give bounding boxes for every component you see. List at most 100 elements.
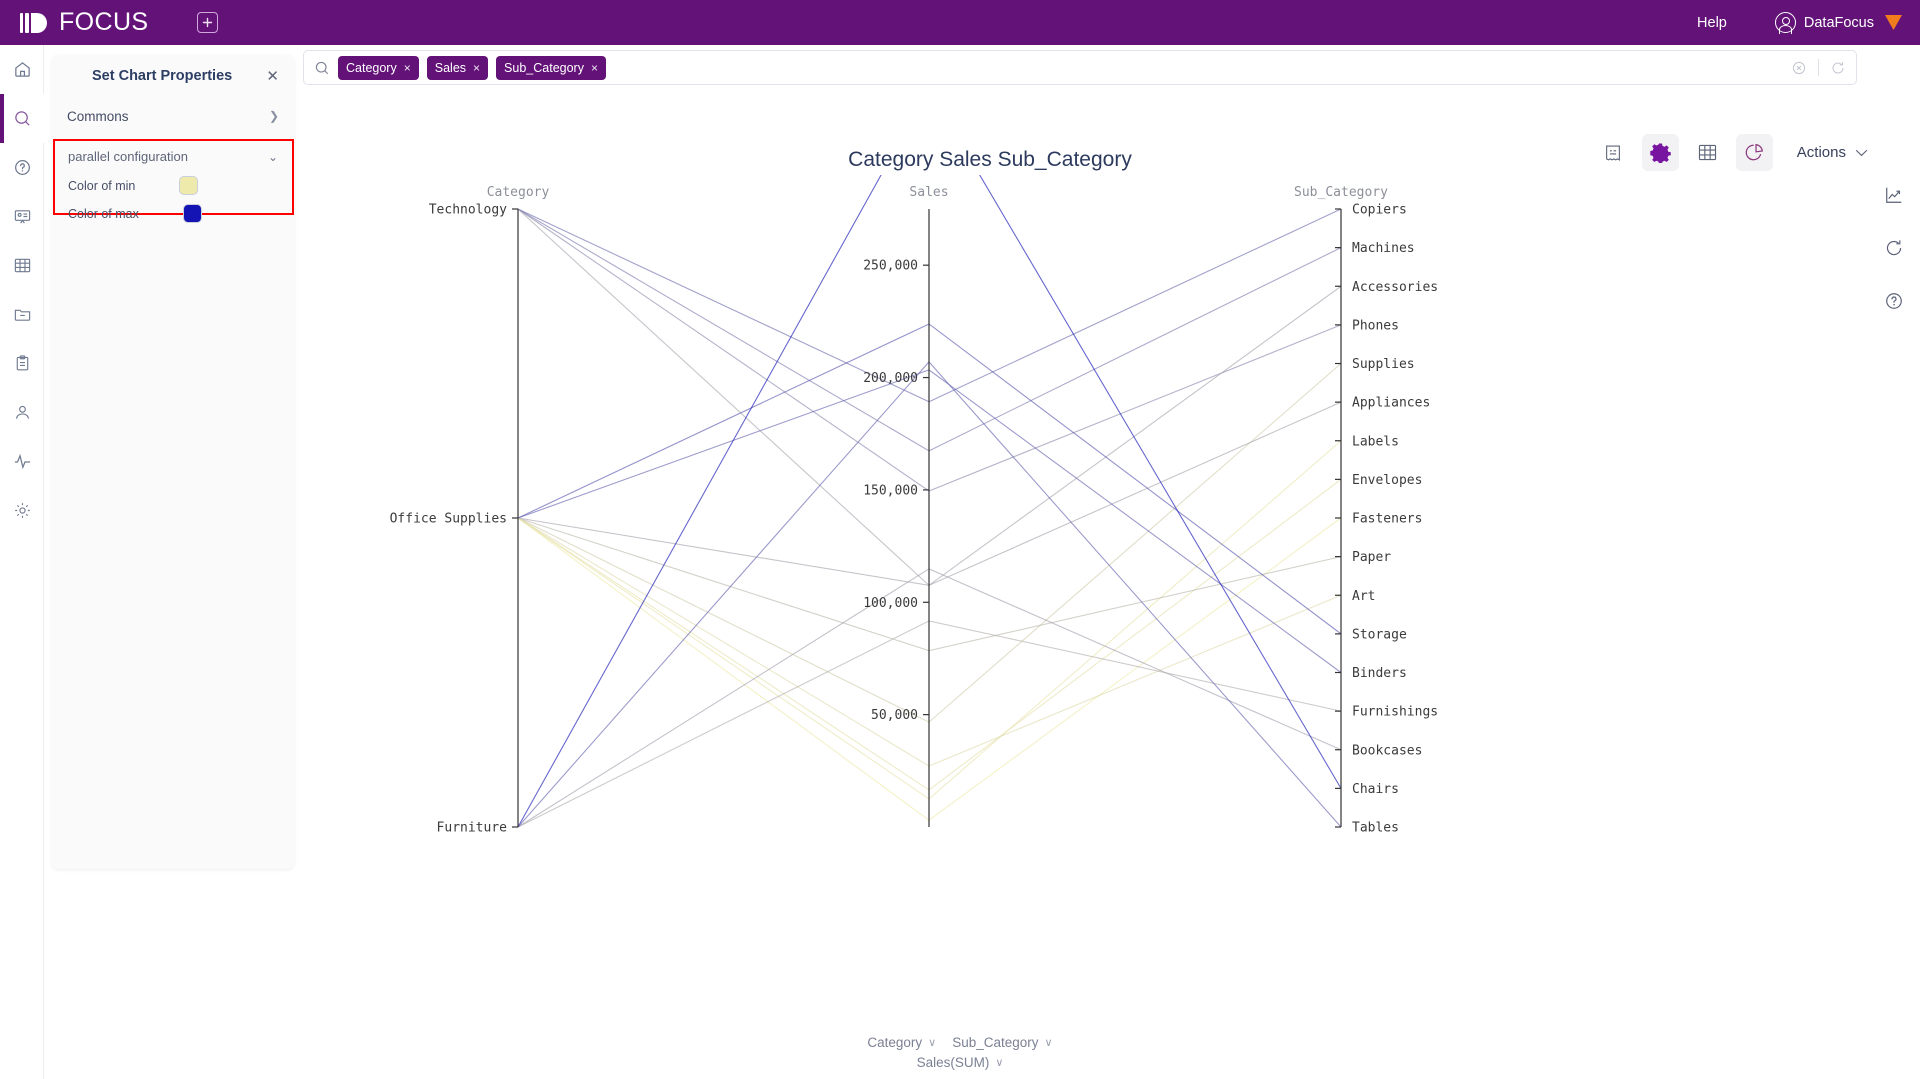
panel-title: Set Chart Properties: [92, 68, 233, 84]
chart-title-text: Category Sales Sub_Category: [848, 148, 1132, 171]
avatar: [1774, 12, 1796, 34]
legend-row-dimensions: Category ∨ Sub_Category ∨: [0, 1035, 1920, 1050]
top-bar: FOCUS Help DataFocus: [0, 0, 1920, 45]
chart-footer-legend: Category ∨ Sub_Category ∨ Sales(SUM) ∨: [0, 1035, 1920, 1070]
refresh-icon[interactable]: [1830, 60, 1846, 76]
axis-name: Category: [487, 185, 550, 200]
logo-text: FOCUS: [59, 8, 149, 36]
clipboard-icon: [16, 355, 28, 371]
divider: [1818, 59, 1819, 76]
axis-tick-label: Furniture: [437, 821, 508, 836]
axis-tick-label: Envelopes: [1352, 473, 1422, 488]
user-name: DataFocus: [1803, 14, 1874, 31]
right-edge-toolbar: [1884, 185, 1904, 316]
panel-section-commons[interactable]: Commons ❯: [52, 97, 294, 135]
sidebar-item-folder[interactable]: [0, 290, 44, 339]
legend-item[interactable]: Sub_Category ∨: [952, 1035, 1052, 1050]
axis-tick-label: Binders: [1352, 666, 1407, 681]
chevron-down-icon: ∨: [928, 1037, 937, 1049]
axis-tick-label: Appliances: [1352, 396, 1430, 411]
chevron-down-icon: ∨: [1044, 1037, 1053, 1049]
axis-tick-label: Machines: [1352, 241, 1415, 256]
search-chip-label: Sales: [434, 60, 467, 75]
axis-tick-label: Technology: [429, 203, 507, 218]
chevron-down-icon: ∨: [995, 1057, 1004, 1069]
axis-tick-label: 200,000: [863, 371, 918, 386]
app-logo[interactable]: FOCUS: [20, 8, 149, 37]
search-bar[interactable]: Category × Sales × Sub_Category ×: [303, 50, 1857, 85]
chip-close-icon[interactable]: ×: [404, 61, 411, 75]
sidebar-item-settings[interactable]: [0, 486, 44, 535]
axis-tick-label: Paper: [1352, 550, 1391, 565]
sidebar-item-presentation[interactable]: [0, 192, 44, 241]
search-chip[interactable]: Sales ×: [426, 55, 489, 80]
search-chips: Category × Sales × Sub_Category ×: [338, 55, 606, 80]
axis-tick-label: 50,000: [871, 708, 918, 723]
axis-name: Sub_Category: [1294, 185, 1388, 200]
sidebar-item-user[interactable]: [0, 388, 44, 437]
search-chip-label: Sub_Category: [504, 60, 584, 75]
add-tab-button[interactable]: [196, 12, 218, 33]
trend-chart-icon[interactable]: [1884, 185, 1904, 210]
sidebar-item-search[interactable]: [0, 94, 44, 143]
close-icon[interactable]: ✕: [266, 69, 279, 84]
left-sidebar: [0, 45, 44, 1079]
color-of-max-label: Color of max: [68, 206, 139, 221]
color-of-min-swatch[interactable]: [179, 176, 199, 195]
legend-item[interactable]: Sales(SUM) ∨: [917, 1055, 1004, 1070]
focus-logo-icon: [20, 10, 50, 36]
axis-tick-label: Copiers: [1352, 203, 1407, 218]
legend-item-label: Sub_Category: [952, 1035, 1039, 1050]
plus-icon: [202, 17, 212, 28]
legend-item-label: Sales(SUM): [916, 1055, 990, 1070]
commons-label: Commons: [67, 108, 129, 124]
chip-close-icon[interactable]: ×: [591, 61, 598, 75]
sidebar-item-table[interactable]: [0, 241, 44, 290]
parallel-coordinates-chart: Category Sales Sub_Category Technology Offic…: [390, 175, 1438, 836]
panel-header: Set Chart Properties ✕: [52, 55, 294, 97]
sidebar-item-activity[interactable]: [0, 437, 44, 486]
search-icon: [14, 111, 30, 126]
user-icon: [15, 405, 29, 419]
help-circle-icon[interactable]: [1884, 291, 1904, 316]
table-icon: [14, 258, 30, 273]
axis-tick-label: Bookcases: [1352, 743, 1422, 758]
axis-tick-label: Furnishings: [1352, 705, 1438, 720]
search-icon: [315, 61, 329, 74]
axis-tick-label: Phones: [1352, 318, 1399, 333]
clear-icon[interactable]: [1791, 60, 1807, 76]
search-chip-label: Category: [346, 60, 397, 75]
axis-tick-label: Supplies: [1352, 357, 1415, 372]
legend-item-label: Category: [867, 1035, 923, 1050]
axis-tick-label: 250,000: [863, 259, 918, 274]
axis-tick-label: 150,000: [863, 483, 918, 498]
axis-tick-label: Accessories: [1352, 280, 1438, 295]
color-of-max-row: Color of max: [68, 204, 268, 223]
presentation-icon: [14, 210, 30, 224]
chip-close-icon[interactable]: ×: [473, 61, 480, 75]
axis-tick-label: Office Supplies: [390, 512, 507, 527]
sidebar-item-home[interactable]: [0, 45, 44, 94]
user-menu[interactable]: DataFocus: [1774, 12, 1902, 34]
color-of-max-swatch[interactable]: [182, 204, 202, 223]
chevron-right-icon: ❯: [268, 109, 279, 123]
axis-name: Sales: [909, 185, 948, 200]
chart-properties-panel: Set Chart Properties ✕ Commons ❯ paralle…: [52, 55, 294, 869]
help-link[interactable]: Help: [1697, 15, 1727, 31]
color-of-min-row: Color of min: [68, 176, 268, 195]
search-chip[interactable]: Sub_Category ×: [496, 55, 606, 80]
axis-tick-label: Storage: [1352, 627, 1407, 642]
color-of-min-label: Color of min: [68, 178, 136, 193]
axis-tick-label: Labels: [1352, 434, 1399, 449]
brand-badge-icon: [1885, 15, 1902, 30]
refresh-icon[interactable]: [1884, 238, 1904, 263]
axis-tick-label: Tables: [1352, 821, 1399, 836]
search-chip[interactable]: Category ×: [338, 55, 419, 80]
axis-tick-label: Chairs: [1352, 782, 1399, 797]
sidebar-item-clipboard[interactable]: [0, 339, 44, 388]
home-icon: [14, 62, 30, 77]
axis-tick-label: Art: [1352, 589, 1375, 604]
legend-row-measures: Sales(SUM) ∨: [0, 1055, 1920, 1070]
legend-item[interactable]: Category ∨: [867, 1035, 936, 1050]
activity-icon: [14, 453, 30, 470]
